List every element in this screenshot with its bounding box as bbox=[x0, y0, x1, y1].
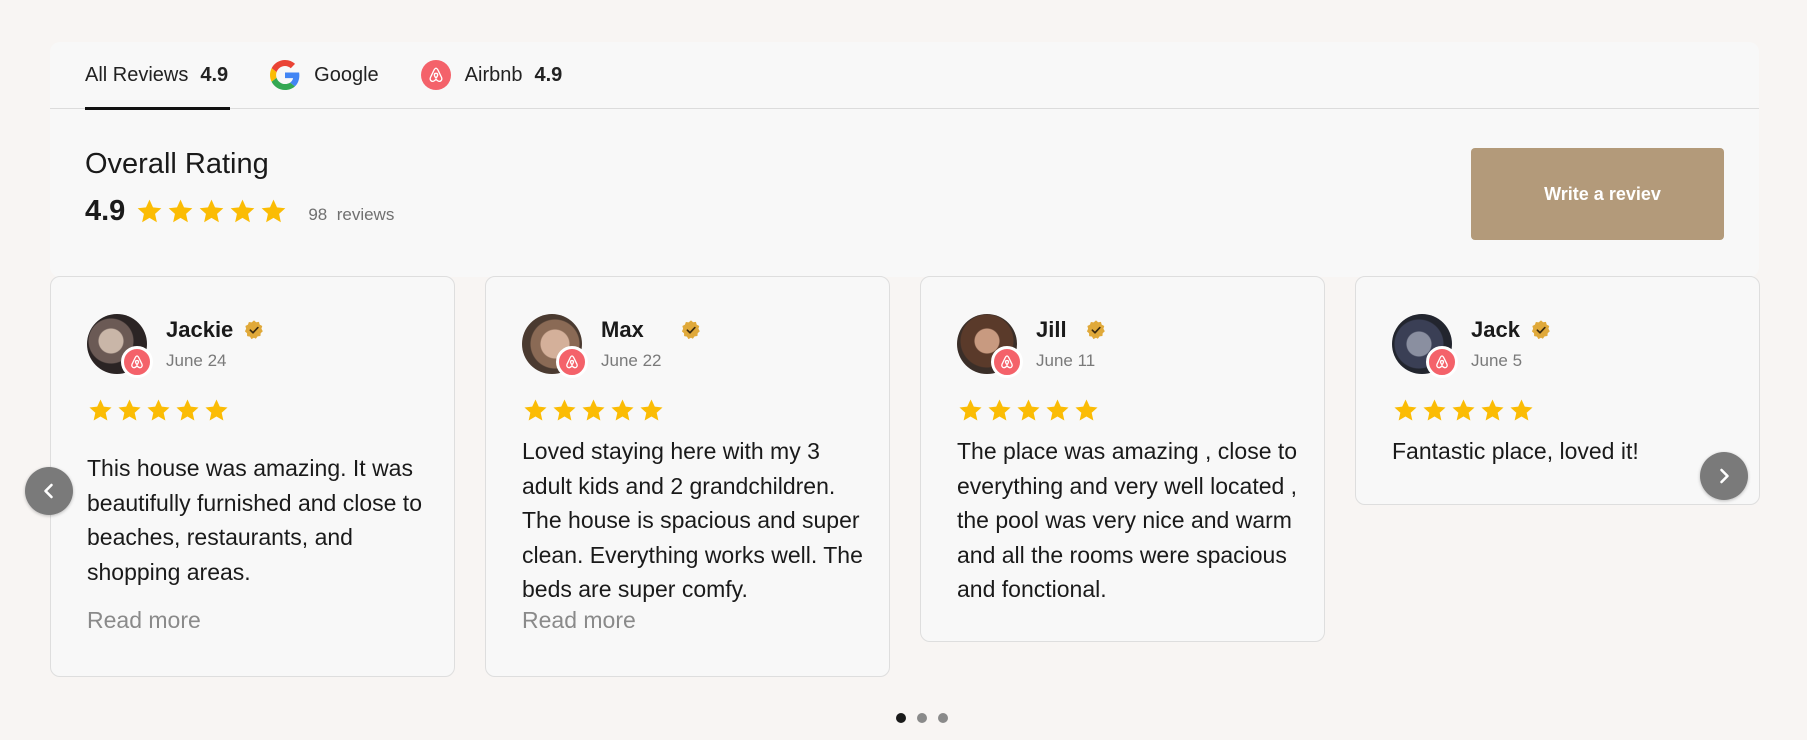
review-card: Jackie June 24 This house was amazing. I… bbox=[50, 276, 455, 677]
avatar bbox=[1392, 314, 1458, 378]
review-date: June 22 bbox=[601, 351, 662, 370]
tab-label: Airbnb bbox=[464, 63, 523, 86]
review-card: Jill June 11 The place was amazing , clo… bbox=[920, 276, 1325, 642]
tab-label: Google bbox=[314, 63, 379, 86]
review-date: June 24 bbox=[166, 351, 227, 370]
star-icon bbox=[147, 399, 170, 421]
pagination-dot[interactable] bbox=[938, 713, 948, 723]
star-icon bbox=[205, 399, 228, 421]
star-icon bbox=[582, 399, 605, 421]
prev-arrow-button[interactable] bbox=[25, 467, 73, 515]
tab-label: All Reviews bbox=[85, 63, 189, 86]
pagination-dot[interactable] bbox=[896, 713, 906, 723]
airbnb-icon bbox=[121, 346, 153, 378]
star-icon bbox=[118, 399, 141, 421]
chevron-right-icon bbox=[1720, 468, 1729, 484]
star-icon bbox=[1423, 399, 1446, 421]
airbnb-icon bbox=[991, 346, 1023, 378]
star-icon bbox=[1481, 399, 1504, 421]
overall-rating-title: Overall Rating bbox=[85, 148, 269, 180]
star-icon bbox=[168, 199, 193, 223]
star-icon bbox=[988, 399, 1011, 421]
star-icon bbox=[611, 399, 634, 421]
review-date: June 5 bbox=[1471, 351, 1523, 370]
reviewer-name: Jack bbox=[1471, 317, 1552, 343]
review-date: June 11 bbox=[1036, 351, 1096, 370]
write-review-button[interactable]: Write a reviev bbox=[1471, 148, 1724, 240]
overall-score: 4.9 bbox=[85, 195, 126, 227]
tab-score: 4.9 bbox=[200, 63, 229, 86]
star-icon bbox=[261, 199, 286, 223]
verified-icon bbox=[1530, 319, 1552, 341]
reviewer-name: Jackie bbox=[166, 317, 265, 343]
verified-icon bbox=[680, 319, 702, 341]
avatar bbox=[87, 314, 153, 378]
pagination-dot[interactable] bbox=[917, 713, 927, 723]
airbnb-icon bbox=[420, 60, 451, 90]
star-icon bbox=[553, 399, 576, 421]
review-text: The place was amazing , close to everyth… bbox=[957, 438, 1298, 602]
avatar bbox=[522, 314, 588, 378]
star-icon bbox=[176, 399, 199, 421]
review-stars bbox=[522, 397, 667, 424]
pagination-dots bbox=[896, 713, 959, 723]
airbnb-icon bbox=[1426, 346, 1458, 378]
star-icon bbox=[1394, 399, 1417, 421]
tab-score: 4.9 bbox=[534, 63, 563, 86]
star-icon bbox=[89, 399, 112, 421]
chevron-left-icon bbox=[44, 483, 53, 499]
star-icon bbox=[199, 199, 224, 223]
reviewer-name: Max bbox=[601, 317, 702, 343]
verified-icon bbox=[243, 319, 265, 341]
tab-google[interactable]: Google bbox=[270, 42, 379, 109]
avatar bbox=[957, 314, 1023, 378]
star-icon bbox=[1046, 399, 1069, 421]
overall-stars bbox=[135, 197, 290, 226]
star-icon bbox=[959, 399, 982, 421]
source-tabs: All Reviews 4.9 Google Airbnb 4.9 bbox=[50, 42, 1759, 110]
star-icon bbox=[1452, 399, 1475, 421]
star-icon bbox=[1075, 399, 1098, 421]
review-count: 98 reviews bbox=[308, 204, 395, 224]
google-icon bbox=[270, 60, 300, 90]
review-text: Fantastic place, loved it! bbox=[1392, 438, 1639, 464]
next-arrow-button[interactable] bbox=[1700, 452, 1748, 500]
tab-all-reviews[interactable]: All Reviews 4.9 bbox=[85, 42, 231, 110]
star-icon bbox=[1510, 399, 1533, 421]
star-icon bbox=[137, 199, 162, 223]
review-stars bbox=[87, 397, 232, 424]
overall-rating-row: 4.9 98 reviews bbox=[85, 195, 394, 228]
star-icon bbox=[230, 199, 255, 223]
review-text: Loved staying here with my 3 adult kids … bbox=[522, 438, 863, 602]
read-more-link[interactable]: Read more bbox=[87, 607, 201, 634]
review-card: Max June 22 Loved staying here with my 3… bbox=[485, 276, 890, 677]
tab-airbnb[interactable]: Airbnb 4.9 bbox=[420, 42, 563, 109]
reviewer-name: Jill bbox=[1036, 317, 1107, 343]
star-icon bbox=[1017, 399, 1040, 421]
review-text: This house was amazing. It was beautiful… bbox=[87, 455, 422, 585]
verified-icon bbox=[1085, 319, 1107, 341]
star-icon bbox=[524, 399, 547, 421]
read-more-link[interactable]: Read more bbox=[522, 607, 636, 634]
review-stars bbox=[957, 397, 1102, 424]
review-card: Jack June 5 Fantastic place, loved it! bbox=[1355, 276, 1760, 505]
star-icon bbox=[640, 399, 663, 421]
reviews-widget: All Reviews 4.9 Google Airbnb 4.9 Overal… bbox=[50, 42, 1759, 277]
review-stars bbox=[1392, 397, 1537, 424]
airbnb-icon bbox=[556, 346, 588, 378]
